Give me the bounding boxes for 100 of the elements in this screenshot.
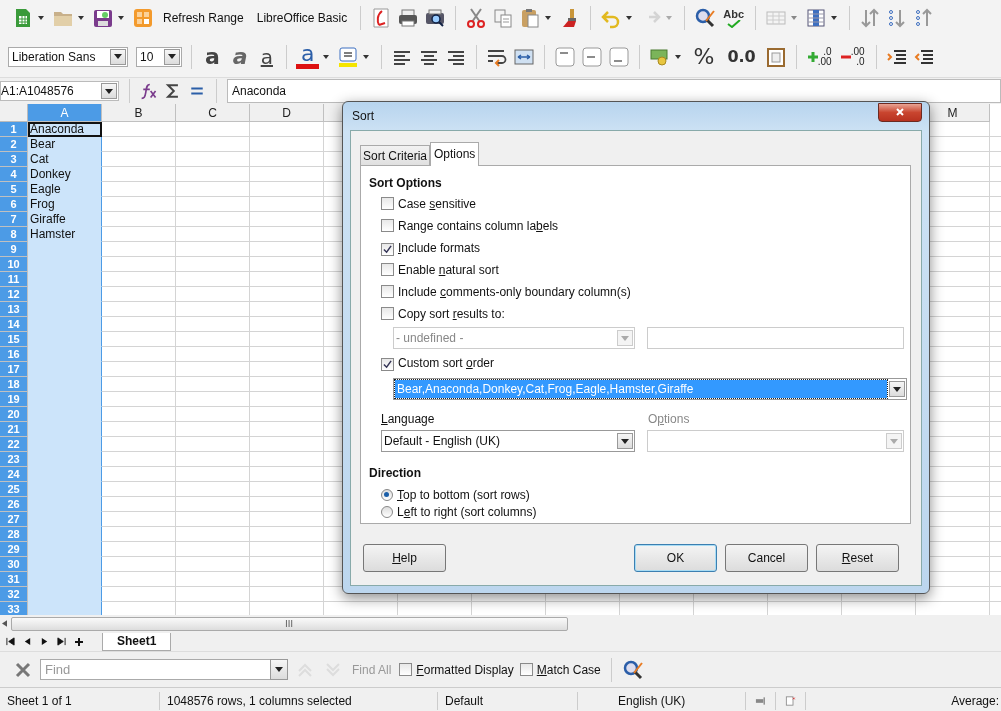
scrollbar-thumb[interactable] — [11, 616, 568, 631]
dialog-tab[interactable]: Options — [430, 142, 480, 166]
option-checkbox[interactable]: Include formats — [381, 237, 481, 259]
sort-order-dropdown[interactable]: Bear,Anaconda,Donkey,Cat,Frog,Eagle,Hamster,Giraffe — [393, 378, 907, 400]
row-header[interactable]: 12 — [0, 287, 28, 302]
row-header[interactable]: 32 — [0, 587, 28, 602]
printer-icon[interactable] — [397, 7, 420, 29]
row-header[interactable]: 4 — [0, 167, 28, 182]
find-option-checkbox[interactable]: Match Case — [519, 661, 601, 678]
row-header[interactable]: 10 — [0, 257, 28, 272]
delete-decimal-button[interactable]: .00 .0 — [838, 46, 867, 67]
sort-icon[interactable] — [859, 7, 881, 29]
find-all-button[interactable]: Find All — [350, 660, 394, 679]
option-checkbox[interactable]: Case sensitive — [381, 193, 477, 215]
row-header[interactable]: 9 — [0, 242, 28, 257]
highlight-icon[interactable] — [337, 45, 360, 68]
row-header[interactable]: 24 — [0, 467, 28, 482]
sort-descending-icon[interactable] — [886, 7, 908, 29]
row-header[interactable]: 19 — [0, 392, 28, 407]
find-replace-icon[interactable] — [694, 7, 717, 29]
row-header[interactable]: 27 — [0, 512, 28, 527]
copy-target-field[interactable] — [646, 327, 904, 349]
option-checkbox[interactable]: Copy sort results to: — [381, 303, 505, 325]
name-box[interactable]: A1:A1048576 — [0, 81, 119, 101]
row-header[interactable]: 20 — [0, 407, 28, 422]
find-field[interactable]: Find — [40, 659, 270, 680]
clipboard-icon[interactable] — [519, 7, 542, 29]
find-replace-icon[interactable] — [621, 658, 644, 681]
row-header[interactable]: 2 — [0, 137, 28, 152]
close-button[interactable] — [878, 102, 922, 122]
caret-icon[interactable] — [545, 16, 552, 20]
row-header[interactable]: 15 — [0, 332, 28, 347]
row-header[interactable]: 1 — [0, 122, 28, 137]
column-header[interactable]: D — [250, 104, 324, 122]
caret-icon[interactable] — [363, 54, 370, 59]
row-header[interactable]: 3 — [0, 152, 28, 167]
row-header[interactable]: 31 — [0, 572, 28, 587]
next-sheet-icon[interactable] — [40, 637, 49, 646]
row-header[interactable]: 16 — [0, 347, 28, 362]
dropdown-button[interactable] — [889, 381, 905, 397]
dropdown-button[interactable] — [101, 83, 117, 99]
caret-icon[interactable] — [675, 54, 682, 59]
dropdown-button[interactable] — [110, 48, 126, 65]
column-header[interactable]: C — [176, 104, 250, 122]
option-checkbox[interactable]: Range contains column labels — [381, 215, 559, 237]
number-format-button[interactable]: 0.0 — [723, 44, 760, 69]
align-bottom-icon[interactable] — [608, 45, 631, 68]
row-header[interactable]: 29 — [0, 542, 28, 557]
spellcheck-button[interactable]: Abc — [721, 8, 746, 28]
option-checkbox[interactable]: Custom sort order — [381, 352, 495, 374]
caret-icon[interactable] — [323, 54, 330, 59]
row-header[interactable]: 8 — [0, 227, 28, 242]
row-header[interactable]: 22 — [0, 437, 28, 452]
row-header[interactable]: 21 — [0, 422, 28, 437]
previous-sheet-icon[interactable] — [23, 637, 32, 646]
dialog-button[interactable]: Cancel — [725, 544, 808, 572]
row-header[interactable]: 5 — [0, 182, 28, 197]
row-header[interactable]: 17 — [0, 362, 28, 377]
bold-button[interactable]: a — [201, 44, 224, 69]
calendar-icon[interactable] — [764, 45, 787, 68]
caret-icon[interactable] — [831, 16, 837, 20]
direction-radio[interactable]: Left to right (sort columns) — [381, 504, 537, 520]
language-dropdown[interactable]: Default - English (UK) — [381, 430, 635, 452]
basic-button[interactable]: LibreOffice Basic — [252, 9, 352, 27]
column-header[interactable]: A — [28, 104, 102, 122]
dropdown-button[interactable] — [270, 659, 288, 680]
dialog-tab[interactable]: Sort Criteria — [360, 145, 430, 165]
last-sheet-icon[interactable] — [57, 637, 66, 646]
scroll-left-icon[interactable] — [2, 620, 7, 627]
row-header[interactable]: 25 — [0, 482, 28, 497]
row-header[interactable]: 14 — [0, 317, 28, 332]
underline-button[interactable]: a — [256, 44, 277, 69]
sheet-tab[interactable]: Sheet1 — [102, 632, 172, 651]
dialog-button[interactable]: Help — [363, 544, 446, 572]
row-header[interactable]: 33 — [0, 602, 28, 615]
caret-icon[interactable] — [118, 16, 124, 20]
dropdown-button[interactable] — [164, 48, 180, 65]
row-header[interactable]: 18 — [0, 377, 28, 392]
find-option-checkbox[interactable]: Formatted Display — [399, 661, 514, 678]
caret-icon[interactable] — [38, 16, 44, 20]
dropdown-button[interactable] — [616, 433, 633, 449]
font-color-button[interactable]: a — [296, 44, 320, 69]
row-header[interactable]: 6 — [0, 197, 28, 212]
row-header[interactable]: 13 — [0, 302, 28, 317]
caret-icon[interactable] — [78, 16, 84, 20]
italic-button[interactable]: a — [228, 44, 252, 69]
print-preview-icon[interactable] — [424, 7, 447, 29]
direction-radio[interactable]: Top to bottom (sort rows) — [381, 487, 530, 503]
align-middle-icon[interactable] — [581, 45, 604, 68]
option-checkbox[interactable]: Enable natural sort — [381, 259, 499, 281]
formula-input[interactable]: Anaconda — [227, 79, 1001, 103]
row-header[interactable]: 28 — [0, 527, 28, 542]
dialog-button[interactable]: OK — [634, 544, 717, 572]
row-header[interactable]: 23 — [0, 452, 28, 467]
add-decimal-button[interactable]: .0 .00 — [805, 46, 834, 67]
save-icon[interactable] — [92, 7, 114, 29]
scissors-icon[interactable] — [465, 7, 488, 29]
refresh-range-button[interactable]: Refresh Range — [159, 9, 248, 27]
column-icon[interactable] — [805, 7, 827, 29]
row-header[interactable]: 11 — [0, 272, 28, 287]
